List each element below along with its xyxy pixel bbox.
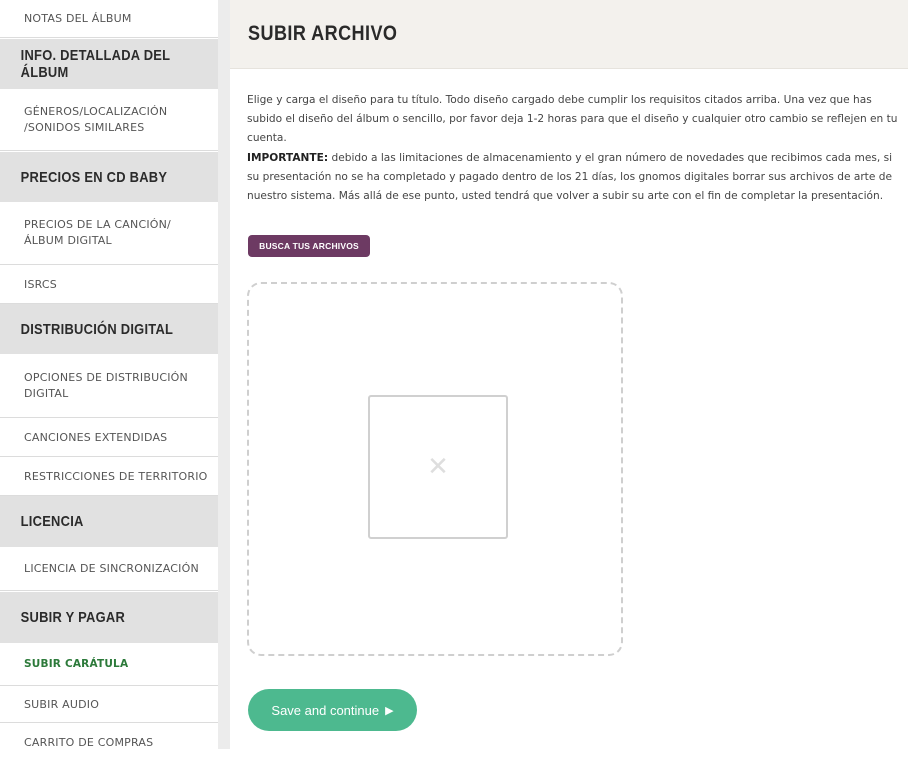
page-header: SUBIR ARCHIVO — [230, 0, 908, 69]
sidebar-item-subir-audio[interactable]: SUBIR AUDIO — [0, 687, 218, 723]
important-paragraph: IMPORTANTE: debido a las limitaciones de… — [247, 149, 902, 206]
sidebar-item-isrcs[interactable]: ISRCS — [0, 266, 218, 304]
sidebar-header-precios: PRECIOS EN CD BABY — [0, 152, 188, 202]
sidebar-header-licencia: LICENCIA — [0, 496, 188, 547]
save-and-continue-button[interactable]: Save and continue ▶ — [248, 689, 417, 731]
broken-image-icon: ✕ — [427, 452, 449, 482]
sidebar-header-subir-pagar: SUBIR Y PAGAR — [0, 592, 188, 643]
sidebar-item-subir-caratula[interactable]: SUBIR CARÁTULA — [0, 643, 218, 686]
sidebar-header-info: INFO. DETALLADA DEL ÁLBUM — [0, 39, 188, 89]
sidebar-item-canciones-extendidas[interactable]: CANCIONES EXTENDIDAS — [0, 419, 218, 457]
sidebar-item-precios-cancion[interactable]: PRECIOS DE LA CANCIÓN/ÁLBUM DIGITAL — [0, 202, 218, 265]
sidebar-item-label: ISRCS — [24, 277, 57, 291]
intro-paragraph: Elige y carga el diseño para tu título. … — [247, 94, 898, 144]
sidebar: NOTAS DEL ÁLBUM INFO. DETALLADA DEL ÁLBU… — [0, 0, 219, 762]
sidebar-item-opciones-distribucion[interactable]: OPCIONES DE DISTRIBUCIÓN DIGITAL — [0, 354, 218, 418]
sidebar-item-label: CANCIONES EXTENDIDAS — [24, 430, 168, 444]
sidebar-item-label: GÉNEROS/LOCALIZACIÓN /SONIDOS SIMILARES — [24, 104, 168, 134]
save-button-label: Save and continue — [271, 702, 380, 718]
important-text: debido a las limitaciones de almacenamie… — [247, 152, 893, 202]
sidebar-item-label: PRECIOS DE LA CANCIÓN/ÁLBUM DIGITAL — [24, 218, 171, 247]
page-title: SUBIR ARCHIVO — [248, 22, 398, 45]
sidebar-item-label: RESTRICCIONES DE TERRITORIO — [24, 469, 208, 483]
important-label: IMPORTANTE: — [247, 152, 329, 164]
upload-dropzone[interactable]: ✕ — [247, 282, 623, 656]
sidebar-item-label: SUBIR AUDIO — [24, 697, 100, 711]
sidebar-item-carrito[interactable]: CARRITO DE COMPRAS — [0, 724, 218, 762]
play-arrow-icon: ▶ — [385, 704, 394, 717]
sidebar-item-label: LICENCIA DE SINCRONIZACIÓN — [24, 561, 199, 575]
sidebar-item-restricciones[interactable]: RESTRICCIONES DE TERRITORIO — [0, 458, 218, 496]
sidebar-item-label: OPCIONES DE DISTRIBUCIÓN DIGITAL — [24, 370, 188, 400]
sidebar-item-notas[interactable]: NOTAS DEL ÁLBUM — [0, 0, 218, 38]
sidebar-item-label: SUBIR CARÁTULA — [24, 658, 129, 670]
image-placeholder: ✕ — [368, 395, 508, 539]
sidebar-item-licencia-sincronizacion[interactable]: LICENCIA DE SINCRONIZACIÓN — [0, 547, 218, 591]
sidebar-header-label: DISTRIBUCIÓN DIGITAL — [20, 320, 174, 338]
sidebar-header-label: PRECIOS EN CD BABY — [20, 168, 168, 186]
browse-files-button[interactable]: BUSCA TUS ARCHIVOS — [248, 235, 370, 257]
sidebar-header-distribucion: DISTRIBUCIÓN DIGITAL — [0, 304, 188, 354]
sidebar-item-generos[interactable]: GÉNEROS/LOCALIZACIÓN /SONIDOS SIMILARES — [0, 89, 218, 151]
sidebar-header-label: LICENCIA — [20, 513, 84, 530]
sidebar-header-label: SUBIR Y PAGAR — [20, 609, 126, 626]
sidebar-item-label: NOTAS DEL ÁLBUM — [24, 11, 132, 25]
sidebar-divider — [218, 0, 230, 749]
sidebar-header-label: INFO. DETALLADA DEL ÁLBUM — [20, 47, 171, 81]
